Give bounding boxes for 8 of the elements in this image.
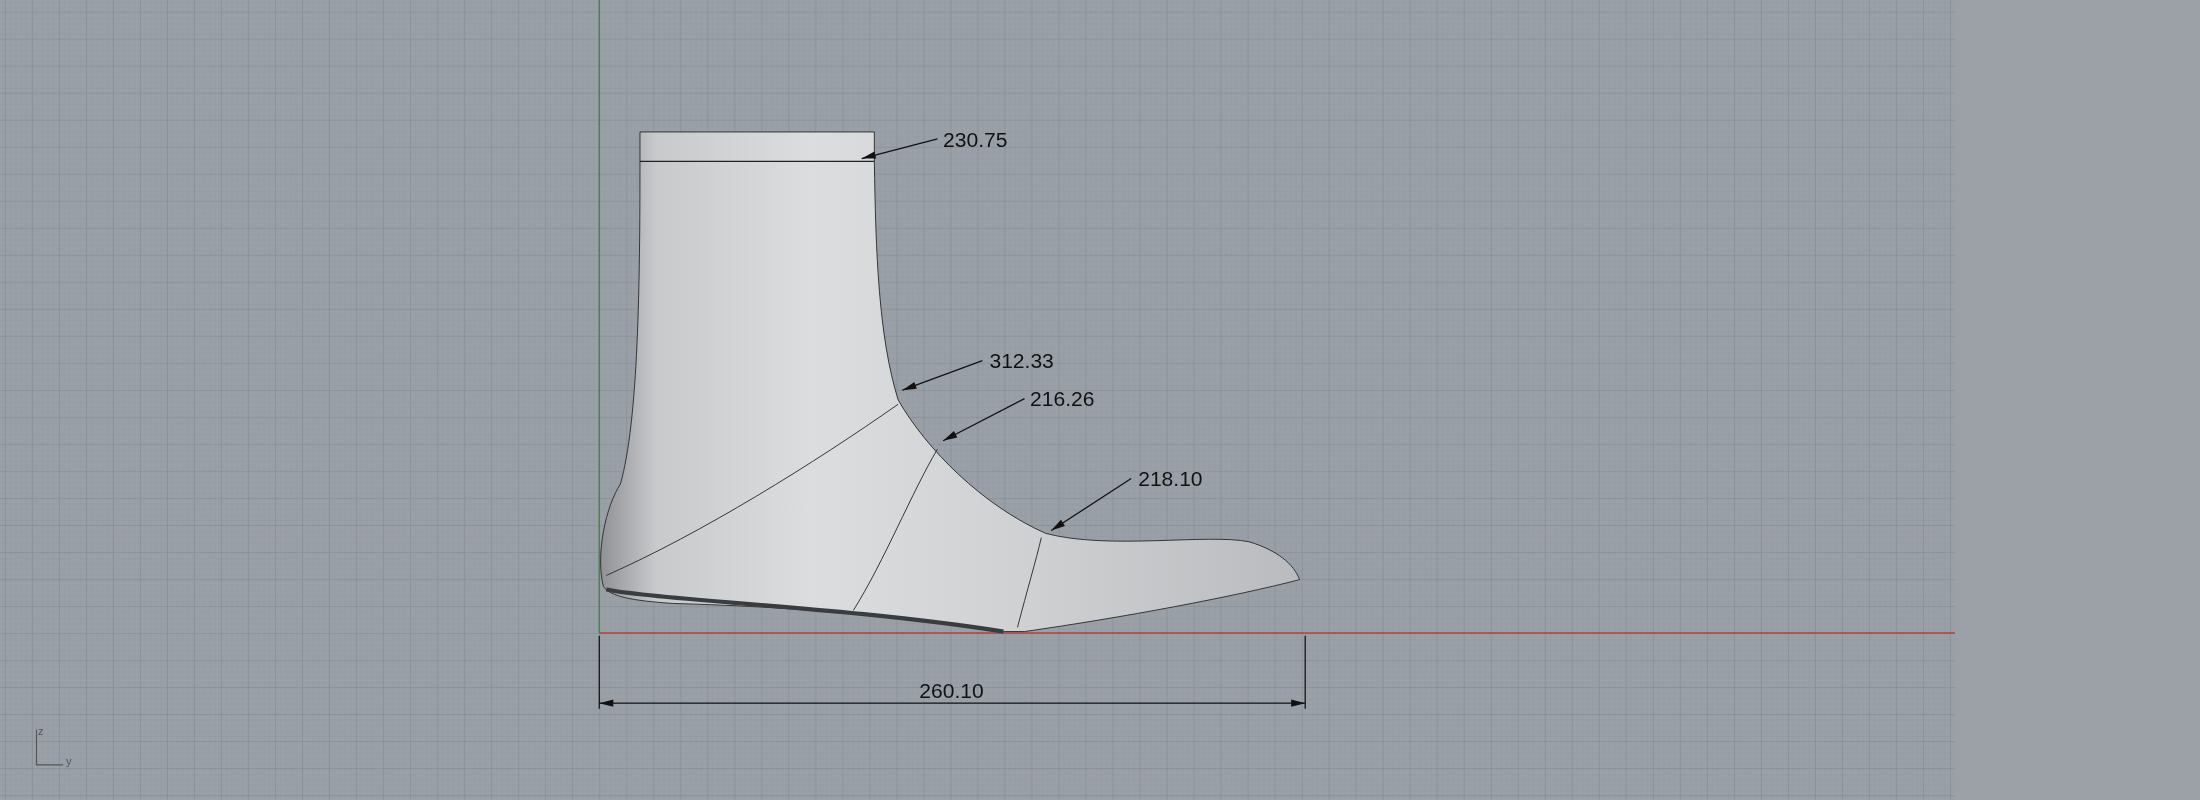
- axis-icon: [35, 729, 64, 766]
- dimension-label: 218.10: [1138, 466, 1203, 490]
- dimension-label: 230.75: [943, 128, 1008, 152]
- axis-label: z: [37, 725, 44, 738]
- dimension-label: 260.10: [919, 678, 984, 702]
- dimension-label: 216.26: [1030, 386, 1095, 410]
- dimension-label: 312.33: [989, 348, 1054, 372]
- axis-label: y: [65, 754, 72, 767]
